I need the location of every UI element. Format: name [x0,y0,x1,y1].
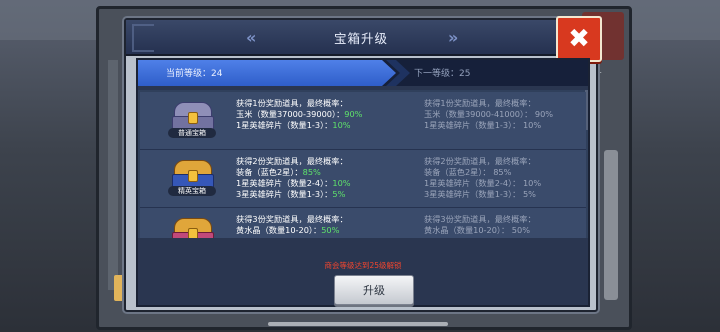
dialog-title-bar: « 宝箱升级 » [126,20,596,56]
next-level: 下一等级：25 [414,69,471,79]
close-icon: ✖ [568,24,590,54]
chest-name: 精英宝箱 [168,186,216,196]
unlock-requirement: 商会等级达到25级解锁 [324,261,402,270]
level-bar: 当前等级：24 下一等级：25 [138,60,588,86]
next-reward-text: 获得2份奖励道具，最终概率： 装备（蓝色2星）： 85% 1星英雄碎片（数量2-… [424,156,542,199]
elite-chest-icon: 精英宝箱 [168,158,216,198]
common-chest-icon: 普通宝箱 [168,100,216,140]
double-chevron-right-icon: » [448,28,459,47]
background-scrollbar [604,150,618,300]
chest-name: 普通宝箱 [168,128,216,138]
chest-row: 获得3份奖励道具，最终概率： 黄水晶（数量10-20）：50% 获得3份奖励道具… [140,208,586,238]
epic-chest-icon [168,216,216,238]
chest-row: 精英宝箱 获得2份奖励道具，最终概率： 装备（蓝色2星）：85% 1星英雄碎片（… [140,150,586,208]
chest-list[interactable]: 普通宝箱 获得1份奖励道具，最终概率： 玉米（数量37000-39000）：90… [138,90,588,238]
current-reward-text: 获得3份奖励道具，最终概率： 黄水晶（数量10-20）：50% [236,214,348,235]
next-reward-text: 获得1份奖励道具，最终概率： 玉米（数量39000-41000）： 90% 1星… [424,98,554,130]
current-reward-text: 获得1份奖励道具，最终概率： 玉米（数量37000-39000）：90% 1星英… [236,98,363,130]
chest-row: 普通宝箱 获得1份奖励道具，最终概率： 玉米（数量37000-39000）：90… [140,92,586,150]
chest-upgrade-dialog: « 宝箱升级 » ✖ 当前等级：24 下一等级：25 普通宝箱 获得1份奖励道具… [124,16,602,312]
dialog-title: 宝箱升级 [333,31,388,46]
current-level: 当前等级：24 [166,69,223,79]
dialog-content: 当前等级：24 下一等级：25 普通宝箱 获得1份奖励道具，最终概率： 玉米（数… [136,58,590,307]
upgrade-button[interactable]: 升级 [334,275,414,305]
home-indicator [268,322,448,326]
current-reward-text: 获得2份奖励道具，最终概率： 装备（蓝色2星）：85% 1星英雄碎片（数量2-4… [236,156,351,199]
next-reward-text: 获得3份奖励道具，最终概率： 黄水晶（数量10-20）： 50% [424,214,536,235]
close-button[interactable]: ✖ [556,16,602,62]
background-yellow-tab [114,275,124,301]
background-panel [108,60,118,290]
